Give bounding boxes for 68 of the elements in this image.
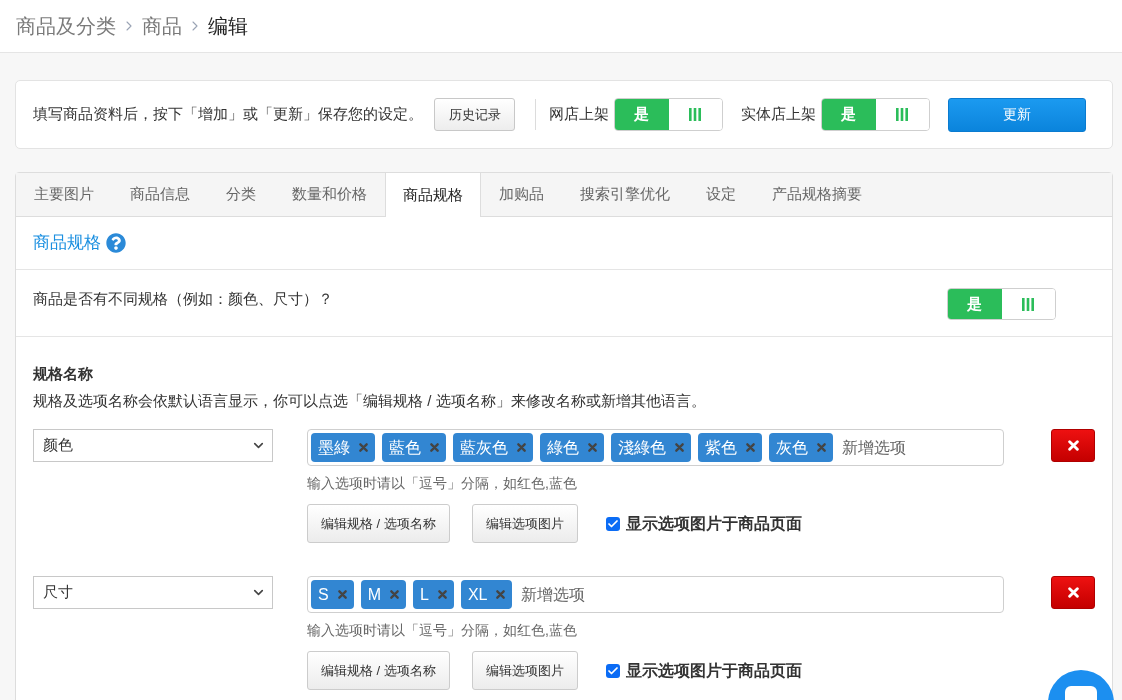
remove-icon[interactable] xyxy=(437,590,447,599)
breadcrumb-link[interactable]: 商品 xyxy=(142,11,182,41)
remove-icon[interactable] xyxy=(390,590,399,599)
delete-button[interactable] xyxy=(1051,429,1095,462)
spec-select[interactable]: 尺寸 xyxy=(33,576,273,609)
grip-icon xyxy=(896,108,909,121)
new-option-input[interactable]: 新增选项 xyxy=(840,433,1000,462)
update-button[interactable]: 更新 xyxy=(948,97,1086,132)
checkbox[interactable] xyxy=(605,663,620,678)
breadcrumb-current: 编辑 xyxy=(208,14,248,39)
tag-label: 灰色 xyxy=(776,437,808,458)
delete-button[interactable] xyxy=(1051,576,1095,609)
hint-text: 输入选项时请以「逗号」分隔，如红色,蓝色 xyxy=(307,474,578,493)
new-option-input[interactable]: 新增选项 xyxy=(519,580,1000,609)
tab[interactable]: 产品规格摘要 xyxy=(754,173,880,216)
question-text: 商品是否有不同规格（例如：颜色、尺寸）？ xyxy=(33,289,333,309)
remove-icon[interactable] xyxy=(817,443,826,452)
remove-icon[interactable] xyxy=(588,443,597,452)
hint-text: 输入选项时请以「逗号」分隔，如红色,蓝色 xyxy=(307,621,578,640)
checkbox-label: 显示选项图片于商品页面 xyxy=(625,660,802,681)
edit-names-button[interactable]: 编辑规格 / 选项名称 xyxy=(307,651,450,690)
switch-label: 网店上架 xyxy=(549,104,609,125)
tag-label: 紫色 xyxy=(705,437,737,458)
remove-icon[interactable] xyxy=(517,443,526,452)
remove-icon[interactable] xyxy=(430,443,439,452)
tag-label: 墨綠 xyxy=(318,437,350,458)
remove-icon[interactable] xyxy=(675,443,684,452)
checkbox[interactable] xyxy=(605,516,620,531)
tab[interactable]: 商品规格 xyxy=(385,173,481,217)
help-icon[interactable] xyxy=(106,233,126,253)
grip-icon xyxy=(1022,297,1035,311)
close-icon[interactable] xyxy=(1067,440,1079,451)
tag-label: 藍灰色 xyxy=(460,437,508,458)
tab[interactable]: 搜索引擎优化 xyxy=(562,173,688,216)
chat-icon xyxy=(1065,686,1097,700)
tag-label: 綠色 xyxy=(547,437,579,458)
tag-input-field[interactable]: S M L XL 新增选项 xyxy=(307,576,1004,613)
edit-images-button[interactable]: 编辑选项图片 xyxy=(471,504,578,543)
tag-label: S xyxy=(318,584,329,605)
tag-input-field[interactable]: 墨綠 藍色 藍灰色 綠色 淺綠色 紫色 灰色 新增选项 xyxy=(307,429,1004,466)
close-icon[interactable] xyxy=(1067,587,1079,598)
tag-label: 淺綠色 xyxy=(618,437,666,458)
tag-label: M xyxy=(367,584,381,605)
remove-icon[interactable] xyxy=(496,590,506,599)
breadcrumb-link[interactable]: 商品及分类 xyxy=(16,11,116,41)
edit-names-button[interactable]: 编辑规格 / 选项名称 xyxy=(307,504,450,543)
spec-names-description: 规格及选项名称会依默认语言显示，你可以点选「编辑规格 / 选项名称」来修改名称或新增其他语言。 xyxy=(33,391,707,411)
tab[interactable]: 设定 xyxy=(688,173,754,216)
edit-images-button[interactable]: 编辑选项图片 xyxy=(471,651,578,690)
switch-label: 实体店上架 xyxy=(741,104,816,125)
tag-label: XL xyxy=(467,584,488,605)
remove-icon[interactable] xyxy=(337,590,347,599)
tab[interactable]: 数量和价格 xyxy=(274,173,385,216)
spec-select[interactable]: 颜色 xyxy=(33,429,273,462)
tab[interactable]: 加购品 xyxy=(481,173,562,216)
toolbar-note: 填写商品资料后，按下「增加」或「更新」保存您的设定。 xyxy=(33,104,423,125)
grip-icon xyxy=(689,108,702,121)
remove-icon[interactable] xyxy=(746,443,755,452)
section-title: 商品规格 xyxy=(33,232,101,255)
tab[interactable]: 分类 xyxy=(208,173,274,216)
tab[interactable]: 主要图片 xyxy=(16,173,112,216)
tab[interactable]: 商品信息 xyxy=(112,173,208,216)
history-button[interactable]: 历史记录 xyxy=(434,98,515,131)
remove-icon[interactable] xyxy=(359,443,368,452)
spec-names-title: 规格名称 xyxy=(33,364,94,384)
tag-label: 藍色 xyxy=(389,437,421,458)
tag-label: L xyxy=(420,584,429,605)
checkbox-label: 显示选项图片于商品页面 xyxy=(625,513,802,534)
